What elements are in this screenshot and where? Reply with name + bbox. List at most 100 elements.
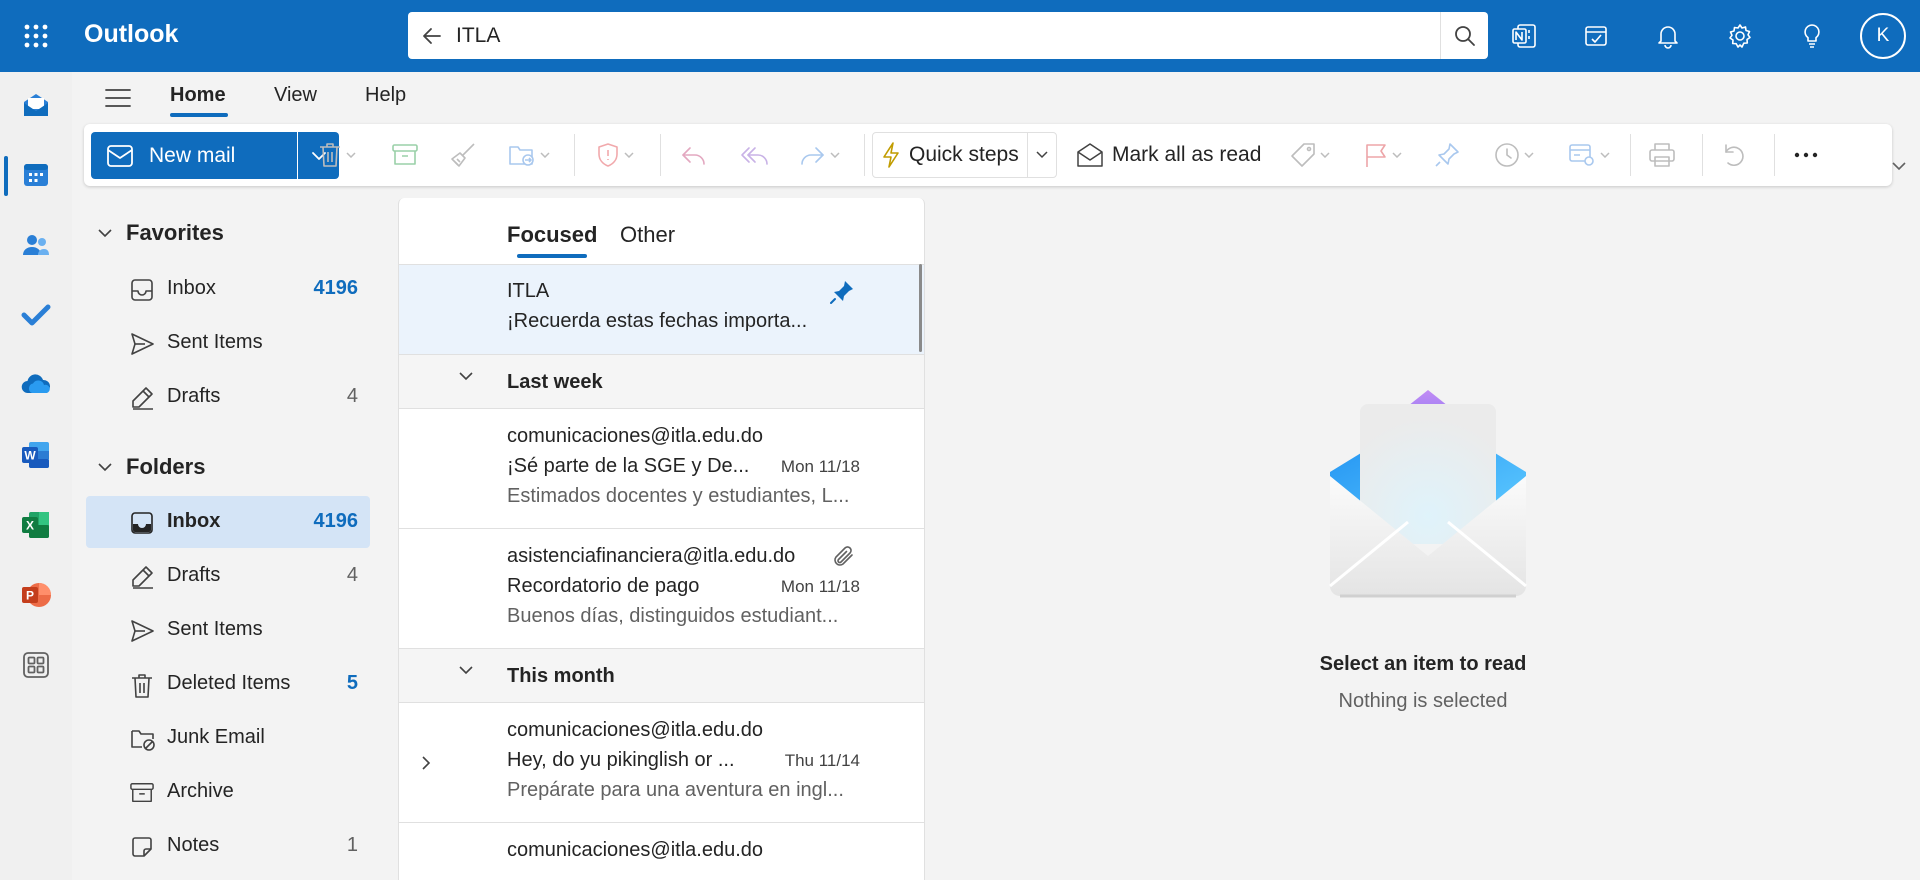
new-mail-label: New mail — [149, 143, 236, 167]
people-icon[interactable] — [14, 223, 58, 267]
folder-item-deleted[interactable]: Deleted Items 5 — [86, 658, 370, 710]
tab-focused[interactable]: Focused — [507, 222, 597, 248]
new-mail-button[interactable]: New mail — [91, 132, 297, 179]
app-title[interactable]: Outlook — [84, 20, 178, 49]
tab-home-indicator — [170, 113, 228, 117]
chevron-right-icon[interactable] — [421, 755, 431, 771]
tab-view[interactable]: View — [274, 84, 317, 107]
nav-label: Notes — [167, 834, 220, 856]
sweep-button[interactable] — [450, 136, 476, 174]
item-count: 4 — [346, 385, 358, 407]
search-button[interactable] — [1440, 12, 1488, 59]
favorites-label: Favorites — [126, 220, 224, 245]
my-day-icon[interactable] — [1574, 14, 1618, 58]
lightbulb-icon[interactable] — [1790, 14, 1834, 58]
report-button[interactable] — [596, 136, 634, 174]
tab-help[interactable]: Help — [365, 84, 406, 107]
tab-home[interactable]: Home — [170, 84, 226, 107]
move-to-button[interactable] — [508, 136, 550, 174]
chevron-down-icon — [1892, 162, 1906, 171]
list-item[interactable]: asistenciafinanciera@itla.edu.do Recorda… — [399, 528, 924, 648]
app-launcher-icon[interactable] — [14, 14, 58, 58]
delete-button[interactable] — [318, 136, 356, 174]
forward-button[interactable] — [798, 136, 840, 174]
folder-item-archive[interactable]: Archive — [86, 766, 370, 818]
item-count: 4 — [346, 564, 358, 586]
rules-button[interactable] — [1568, 136, 1610, 174]
reading-pane: Select an item to read Nothing is select… — [926, 198, 1920, 880]
folder-item-junk[interactable]: Junk Email — [86, 712, 370, 764]
folder-item-notes[interactable]: Notes 1 — [86, 820, 370, 872]
ribbon-expand-button[interactable] — [1892, 162, 1906, 171]
powerpoint-icon[interactable]: P — [14, 573, 58, 617]
snooze-button[interactable] — [1494, 136, 1534, 174]
hamburger-menu-icon[interactable] — [96, 80, 140, 116]
nav-label: Inbox — [167, 510, 221, 532]
tab-focused-indicator — [517, 254, 587, 258]
archive-button[interactable] — [392, 136, 418, 174]
message-date: Mon 11/18 — [780, 457, 860, 476]
undo-button[interactable] — [1720, 136, 1746, 174]
print-button[interactable] — [1648, 136, 1676, 174]
mark-all-read-button[interactable]: Mark all as read — [1076, 136, 1261, 174]
group-header-this-month[interactable]: This month — [399, 648, 924, 702]
favorites-header[interactable]: Favorites — [84, 215, 224, 251]
favorites-item-drafts[interactable]: Drafts 4 — [86, 371, 370, 423]
list-item[interactable]: comunicaciones@itla.edu.do Hey, do yu pi… — [399, 702, 924, 822]
tag-icon — [1291, 143, 1315, 167]
more-options-button[interactable] — [1794, 136, 1818, 174]
message-preview: Buenos días, distinguidos estudiant... — [507, 605, 839, 627]
folders-header[interactable]: Folders — [84, 449, 205, 485]
ribbon-divider — [1630, 134, 1631, 176]
message-date: Thu 11/14 — [784, 751, 860, 770]
note-icon — [132, 837, 152, 857]
ribbon-divider — [1702, 134, 1703, 176]
calendar-icon[interactable] — [14, 153, 58, 197]
todo-icon[interactable] — [14, 293, 58, 337]
avatar[interactable]: K — [1860, 13, 1906, 59]
flag-button[interactable] — [1364, 136, 1402, 174]
rules-icon — [1569, 144, 1594, 166]
favorites-item-sent[interactable]: Sent Items — [86, 317, 370, 369]
list-item-pinned[interactable]: ITLA ¡Recuerda estas fechas importa... — [399, 264, 924, 354]
folder-item-inbox[interactable]: Inbox 4196 — [86, 496, 370, 548]
folder-item-drafts[interactable]: Drafts 4 — [86, 550, 370, 602]
onenote-icon[interactable] — [1502, 14, 1546, 58]
app-rail: W X P — [0, 72, 72, 880]
reply-all-button[interactable] — [740, 136, 770, 174]
reply-all-icon — [741, 147, 768, 165]
word-icon[interactable]: W — [14, 433, 58, 477]
search-box[interactable]: ITLA — [408, 12, 1488, 59]
empty-state-subtitle: Nothing is selected — [1338, 690, 1508, 712]
more-apps-icon[interactable] — [14, 643, 58, 687]
lightning-icon — [883, 142, 899, 168]
list-item[interactable]: comunicaciones@itla.edu.do — [399, 822, 924, 880]
chevron-down-icon — [540, 152, 550, 158]
folder-item-sent[interactable]: Sent Items — [86, 604, 370, 656]
onedrive-icon[interactable] — [14, 363, 58, 407]
list-item[interactable]: comunicaciones@itla.edu.do ¡Sé parte de … — [399, 408, 924, 528]
excel-icon[interactable]: X — [14, 503, 58, 547]
back-arrow-icon[interactable] — [420, 24, 444, 48]
pencil-icon — [132, 387, 153, 410]
chevron-down-icon — [1036, 151, 1048, 159]
message-date: Mon 11/18 — [780, 577, 860, 596]
bell-icon[interactable] — [1646, 14, 1690, 58]
archive-icon — [392, 144, 418, 165]
group-header-last-week[interactable]: Last week — [399, 354, 924, 408]
gear-icon[interactable] — [1718, 14, 1762, 58]
message-sender: comunicaciones@itla.edu.do — [507, 839, 764, 861]
search-input[interactable]: ITLA — [456, 24, 500, 48]
message-sender: comunicaciones@itla.edu.do — [507, 719, 764, 741]
trash-icon — [320, 143, 340, 167]
mail-icon[interactable] — [14, 83, 58, 127]
list-scrollbar[interactable] — [919, 264, 922, 352]
pin-icon[interactable] — [829, 279, 855, 305]
categorize-button[interactable] — [1290, 136, 1330, 174]
reply-button[interactable] — [680, 136, 708, 174]
tab-other[interactable]: Other — [620, 222, 675, 248]
attachment-icon — [834, 546, 853, 566]
pin-button[interactable] — [1434, 136, 1460, 174]
favorites-item-inbox[interactable]: Inbox 4196 — [86, 263, 370, 315]
quick-steps-button[interactable]: Quick steps — [872, 132, 1057, 178]
